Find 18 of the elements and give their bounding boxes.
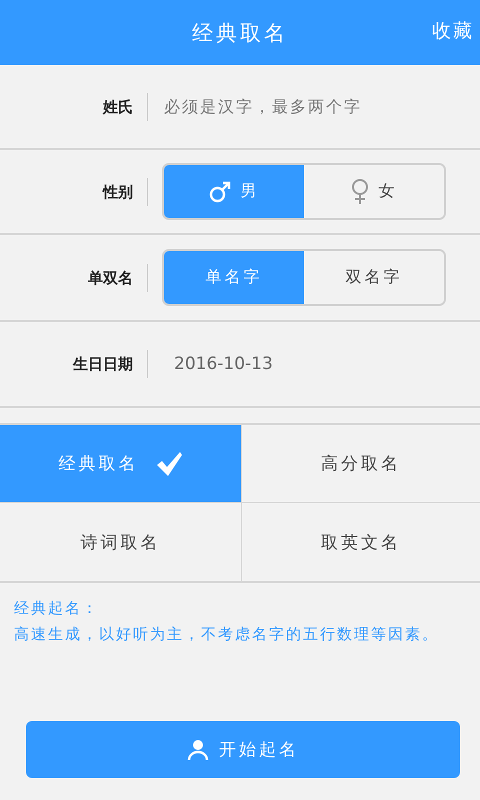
birthday-value[interactable]: 2016-10-13 xyxy=(174,354,273,374)
description-text: 高速生成，以好听为主，不考虑名字的五行数理等因素。 xyxy=(14,624,440,645)
field-label: 姓氏 xyxy=(0,92,148,120)
page-title: 经典取名 xyxy=(192,20,288,46)
gender-option[interactable]: 男 xyxy=(164,165,304,218)
naming-mode-tab[interactable]: 经典取名 xyxy=(0,425,242,503)
name-length-option[interactable]: 单名字 xyxy=(164,251,304,304)
field-label: 性别 xyxy=(0,178,148,206)
surname-field[interactable]: 必须是汉字，最多两个字 xyxy=(162,96,480,117)
male-icon xyxy=(208,180,230,202)
person-icon xyxy=(187,738,209,760)
field-label: 单双名 xyxy=(0,264,148,292)
field-label: 生日日期 xyxy=(0,350,148,378)
start-button[interactable]: 开始起名 xyxy=(26,721,460,778)
favorites-button[interactable]: 收藏 xyxy=(432,18,474,44)
check-icon xyxy=(154,450,182,476)
description-title: 经典起名： xyxy=(14,598,100,619)
female-icon xyxy=(350,178,368,204)
